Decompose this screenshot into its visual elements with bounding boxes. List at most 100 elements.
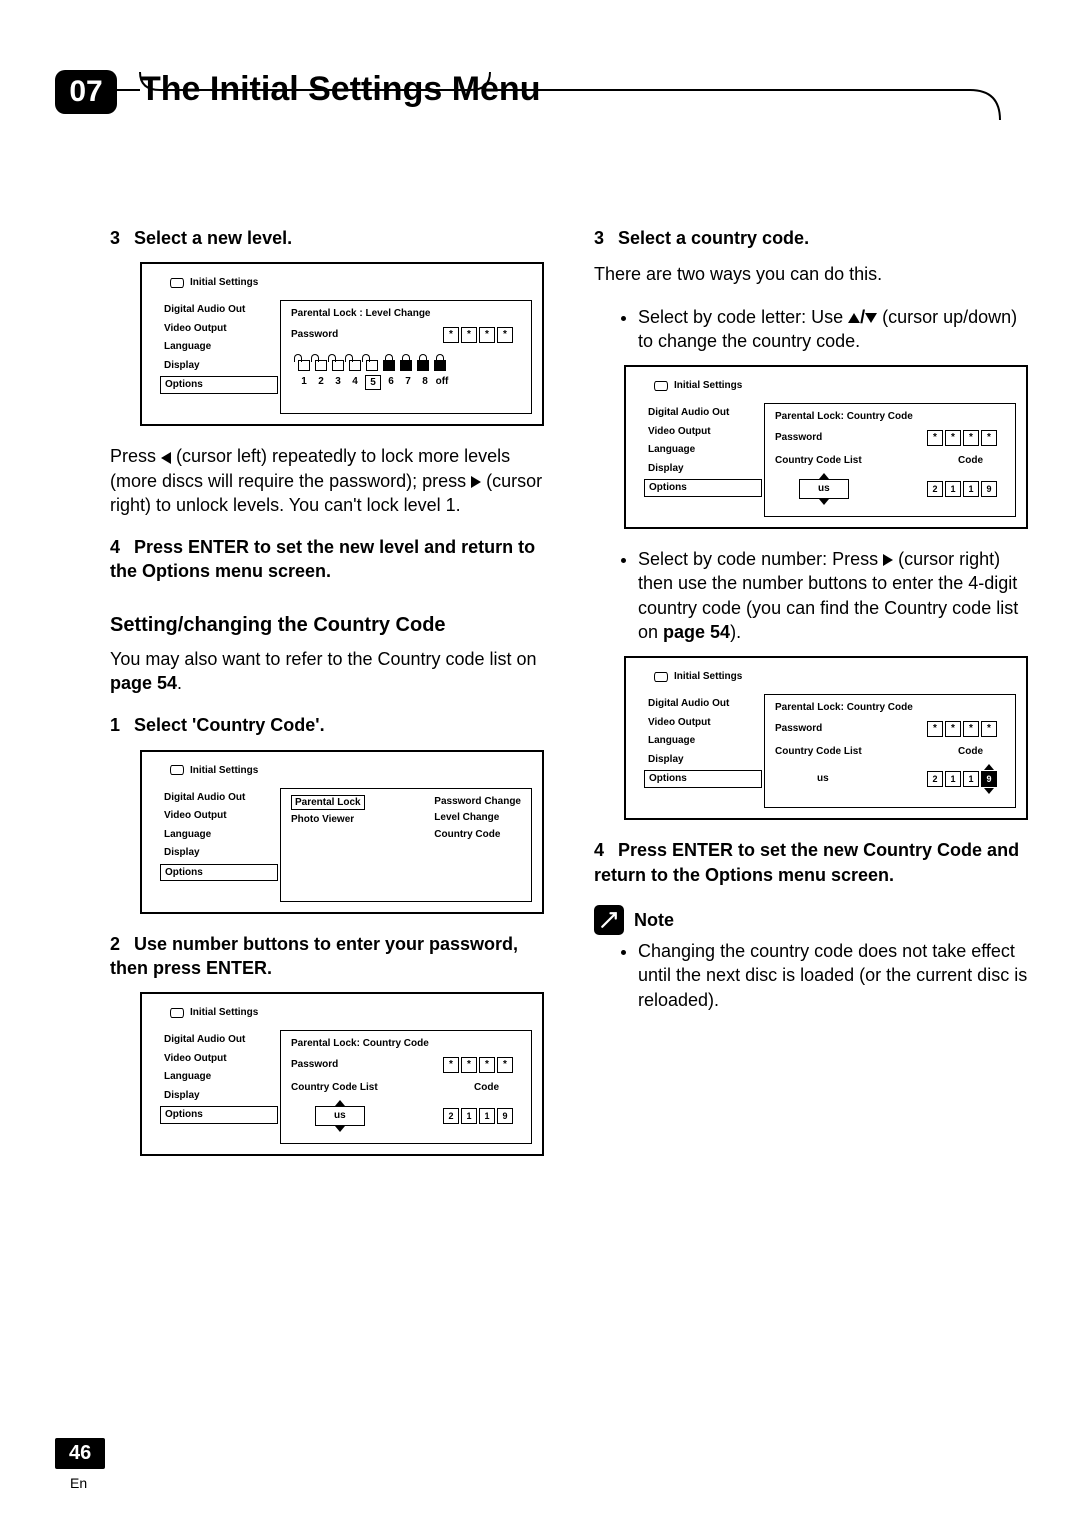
arrow-up-icon	[848, 313, 860, 323]
chapter-number-badge: 07	[55, 70, 117, 114]
menu-item: Digital Audio Out	[644, 696, 762, 712]
disc-icon	[170, 765, 184, 775]
cc-code-label: Code	[474, 1081, 499, 1095]
disc-icon	[654, 672, 668, 682]
menu-item: Digital Audio Out	[160, 302, 278, 318]
menu-item: Video Output	[644, 424, 762, 440]
ui-screenshot-country-code-entry: Initial Settings Digital Audio Out Video…	[140, 992, 544, 1156]
panel-col-1: Parental Lock Photo Viewer	[291, 795, 365, 842]
level-numbers: 1 2 3 4 5 6 7 8 off	[281, 371, 531, 391]
step-number: 3	[594, 226, 618, 250]
cc-code-label: Code	[958, 454, 983, 468]
password-label: Password	[775, 722, 822, 736]
ui-screenshot-country-code-menu: Initial Settings Digital Audio Out Video…	[140, 750, 544, 914]
step-title: Use number buttons to enter your passwor…	[110, 934, 518, 978]
menu-item: Display	[644, 752, 762, 768]
menu-item: Display	[160, 845, 278, 861]
step-number: 2	[110, 932, 134, 956]
panel-heading: Parental Lock: Country Code	[765, 695, 1015, 717]
step-title: Press ENTER to set the new Country Code …	[594, 840, 1019, 884]
arrow-down-icon	[984, 788, 994, 794]
body-text: You may also want to refer to the Countr…	[110, 647, 544, 696]
arrow-up-icon	[819, 473, 829, 479]
menu-item-selected: Options	[160, 1106, 278, 1124]
password-boxes	[443, 327, 513, 343]
disc-icon	[170, 1008, 184, 1018]
step-title: Select a country code.	[618, 228, 809, 248]
ui-side-menu: Digital Audio Out Video Output Language …	[644, 696, 762, 788]
note-heading: Note	[594, 905, 1028, 935]
step-number: 4	[594, 838, 618, 862]
cc-code-boxes: 2 1 1 9	[443, 1108, 513, 1124]
cc-list-label: Country Code List	[775, 454, 862, 468]
menu-item: Display	[644, 461, 762, 477]
arrow-down-icon	[865, 313, 877, 323]
ui-title-text: Initial Settings	[190, 276, 258, 290]
chapter-title: The Initial Settings Menu	[140, 70, 540, 109]
note-text: Changing the country code does not take …	[638, 939, 1028, 1012]
arrow-up-icon	[335, 1100, 345, 1106]
left-column: 3Select a new level. Initial Settings Di…	[110, 220, 544, 1174]
step-number: 3	[110, 226, 134, 250]
menu-item: Language	[160, 339, 278, 355]
panel-heading: Parental Lock: Country Code	[281, 1031, 531, 1053]
body-text: There are two ways you can do this.	[594, 262, 1028, 286]
menu-item-selected: Options	[160, 864, 278, 882]
note-label: Note	[634, 908, 674, 932]
password-label: Password	[291, 328, 338, 342]
arrow-right-icon	[883, 554, 893, 566]
ui-panel: Parental Lock: Country Code Password Cou…	[764, 403, 1016, 517]
right-column: 3Select a country code. There are two wa…	[594, 220, 1028, 1174]
menu-item: Digital Audio Out	[160, 1032, 278, 1048]
ui-panel: Parental Lock: Country Code Password Cou…	[764, 694, 1016, 808]
ui-side-menu: Digital Audio Out Video Output Language …	[160, 790, 278, 882]
menu-item: Video Output	[160, 321, 278, 337]
step-number: 1	[110, 713, 134, 737]
menu-item-selected: Options	[160, 376, 278, 394]
ui-title-text: Initial Settings	[190, 1006, 258, 1020]
note-list: Changing the country code does not take …	[594, 939, 1028, 1012]
body-text: Press (cursor left) repeatedly to lock m…	[110, 444, 544, 517]
menu-item: Language	[644, 733, 762, 749]
menu-item-selected: Options	[644, 479, 762, 497]
menu-item: Language	[160, 827, 278, 843]
step-title: Press ENTER to set the new level and ret…	[110, 537, 535, 581]
arrow-down-icon	[819, 499, 829, 505]
ui-title-text: Initial Settings	[190, 764, 258, 778]
bullet-list: Select by code number: Press (cursor rig…	[594, 547, 1028, 644]
cc-list-label: Country Code List	[291, 1081, 378, 1095]
password-boxes	[443, 1057, 513, 1073]
menu-item: Language	[160, 1069, 278, 1085]
ui-screenshot-country-code-letter: Initial Settings Digital Audio Out Video…	[624, 365, 1028, 529]
arrow-up-icon	[984, 764, 994, 770]
bullet-item: Select by code letter: Use / (cursor up/…	[638, 305, 1028, 354]
cc-list-value: us	[315, 1106, 365, 1126]
menu-item: Display	[160, 1088, 278, 1104]
bullet-item: Select by code number: Press (cursor rig…	[638, 547, 1028, 644]
disc-icon	[170, 278, 184, 288]
menu-item: Video Output	[160, 808, 278, 824]
password-boxes	[927, 721, 997, 737]
panel-heading: Parental Lock : Level Change	[281, 301, 531, 323]
step-title: Select 'Country Code'.	[134, 715, 325, 735]
password-label: Password	[775, 431, 822, 445]
ui-screenshot-country-code-number: Initial Settings Digital Audio Out Video…	[624, 656, 1028, 820]
lock-level-icons	[281, 347, 531, 371]
ui-panel: Parental Lock Photo Viewer Password Chan…	[280, 788, 532, 902]
arrow-down-icon	[335, 1126, 345, 1132]
cc-code-boxes: 2 1 1 9	[927, 771, 997, 787]
note-icon	[594, 905, 624, 935]
cc-list-label: Country Code List	[775, 745, 862, 759]
ui-title-text: Initial Settings	[674, 379, 742, 393]
menu-item-selected: Options	[644, 770, 762, 788]
menu-item: Digital Audio Out	[644, 405, 762, 421]
arrow-left-icon	[161, 452, 171, 464]
menu-item: Language	[644, 442, 762, 458]
cc-code-label: Code	[958, 745, 983, 759]
subheading: Setting/changing the Country Code	[110, 612, 544, 639]
ui-panel: Parental Lock : Level Change Password	[280, 300, 532, 414]
ui-side-menu: Digital Audio Out Video Output Language …	[160, 302, 278, 394]
menu-item: Video Output	[160, 1051, 278, 1067]
bullet-list: Select by code letter: Use / (cursor up/…	[594, 305, 1028, 354]
ui-side-menu: Digital Audio Out Video Output Language …	[160, 1032, 278, 1124]
